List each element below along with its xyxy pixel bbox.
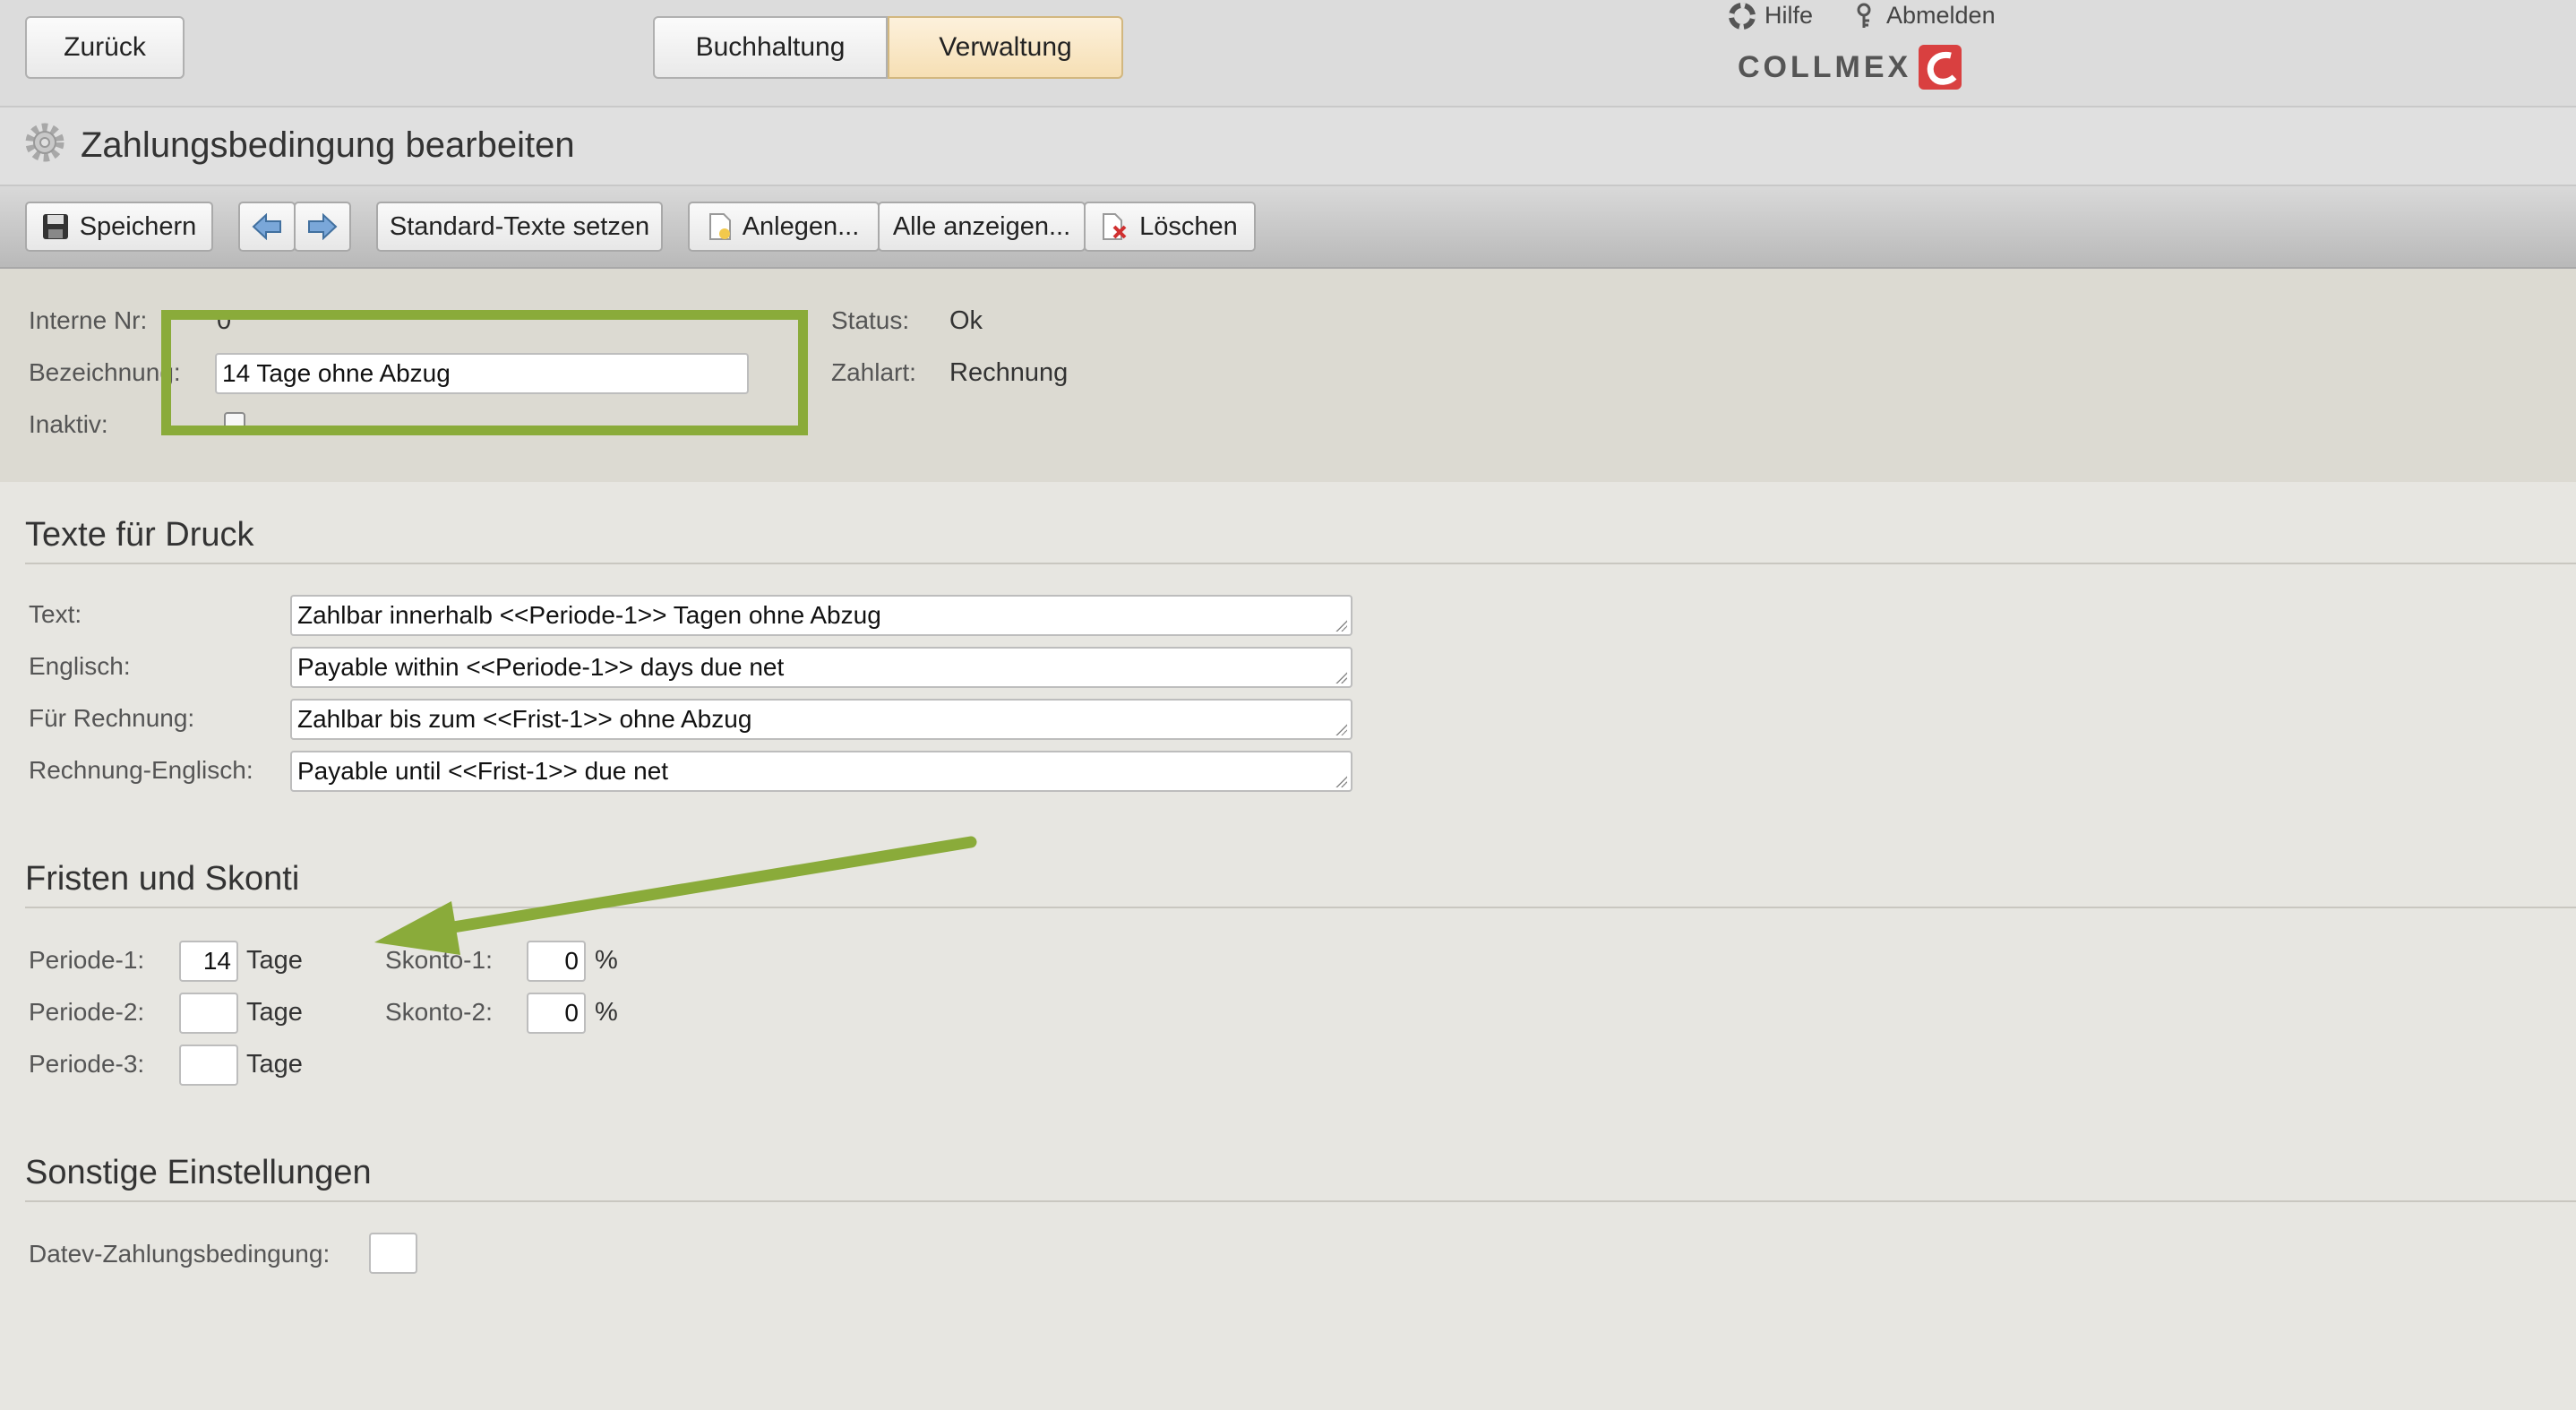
discount-2-label: Skonto-2: xyxy=(385,998,493,1026)
top-navigation-bar: Zurück Buchhaltung Verwaltung Hilfe Abme… xyxy=(0,0,2576,107)
help-label: Hilfe xyxy=(1765,2,1814,29)
discount-2-unit: % xyxy=(595,998,618,1027)
terms-heading: Fristen und Skonti xyxy=(25,860,300,898)
tab-verwaltung[interactable]: Verwaltung xyxy=(888,16,1123,79)
name-label: Bezeichnung: xyxy=(29,358,181,386)
text-field-value: Zahlbar innerhalb <<Periode-1>> Tagen oh… xyxy=(297,601,881,629)
floppy-disk-icon xyxy=(42,214,68,239)
next-record-button[interactable] xyxy=(294,202,351,252)
inactive-label: Inaktiv: xyxy=(29,410,108,438)
payment-type-label: Zahlart: xyxy=(831,358,916,386)
set-standard-texts-label: Standard-Texte setzen xyxy=(389,211,650,241)
highlight-box xyxy=(161,310,808,435)
page-title: Zahlungsbedingung bearbeiten xyxy=(81,125,575,165)
resize-grip-icon[interactable] xyxy=(1335,619,1347,632)
save-button[interactable]: Speichern xyxy=(25,202,213,252)
datev-label: Datev-Zahlungsbedingung: xyxy=(29,1240,331,1268)
discount-1-unit: % xyxy=(595,946,618,975)
period-1-label: Periode-1: xyxy=(29,946,145,974)
invoice-text-label: Für Rechnung: xyxy=(29,704,195,732)
save-label: Speichern xyxy=(79,211,197,241)
new-document-icon xyxy=(708,213,731,240)
invoice-english-label: Rechnung-Englisch: xyxy=(29,756,253,784)
resize-grip-icon[interactable] xyxy=(1335,775,1347,787)
arrow-left-icon xyxy=(252,213,281,240)
discount-1-field[interactable]: 0 xyxy=(527,941,586,982)
logo-text: COLLMEX xyxy=(1738,49,1912,84)
create-label: Anlegen... xyxy=(742,211,860,241)
logo-icon xyxy=(1919,45,1962,90)
gear-icon xyxy=(25,123,64,162)
period-2-field[interactable] xyxy=(179,993,238,1034)
status-label: Status: xyxy=(831,306,910,334)
help-link[interactable]: Hilfe xyxy=(1729,2,1813,30)
payment-type-value: Rechnung xyxy=(949,358,1069,387)
section-divider xyxy=(25,563,2576,564)
show-all-label: Alle anzeigen... xyxy=(892,211,1071,241)
resize-grip-icon[interactable] xyxy=(1335,671,1347,684)
header-form: Interne Nr: 0 Bezeichnung: 14 Tage ohne … xyxy=(0,269,2576,482)
text-label: Text: xyxy=(29,600,82,628)
section-divider xyxy=(25,907,2576,908)
section-divider xyxy=(25,1200,2576,1202)
show-all-button[interactable]: Alle anzeigen... xyxy=(878,202,1086,252)
print-texts-heading: Texte für Druck xyxy=(25,516,254,554)
lifebuoy-icon xyxy=(1729,2,1756,30)
logout-label: Abmelden xyxy=(1886,2,1996,29)
period-3-unit: Tage xyxy=(246,1050,303,1079)
discount-2-field[interactable]: 0 xyxy=(527,993,586,1034)
period-2-label: Periode-2: xyxy=(29,998,145,1026)
key-icon xyxy=(1857,3,1871,28)
arrow-right-icon xyxy=(308,213,338,240)
tab-buchhaltung[interactable]: Buchhaltung xyxy=(653,16,888,79)
period-1-unit: Tage xyxy=(246,946,303,975)
invoice-english-field-value: Payable until <<Frist-1>> due net xyxy=(297,757,669,785)
invoice-english-field[interactable]: Payable until <<Frist-1>> due net xyxy=(290,751,1352,792)
logout-link[interactable]: Abmelden xyxy=(1854,2,1996,30)
toolbar: Speichern Standard-Texte setzen Anlegen.… xyxy=(0,186,2576,269)
delete-label: Löschen xyxy=(1139,211,1238,241)
page-header: Zahlungsbedingung bearbeiten xyxy=(0,107,2576,186)
create-button[interactable]: Anlegen... xyxy=(688,202,880,252)
english-label: Englisch: xyxy=(29,652,131,680)
period-1-field[interactable]: 14 xyxy=(179,941,238,982)
previous-record-button[interactable] xyxy=(238,202,296,252)
delete-document-icon xyxy=(1103,213,1127,240)
text-field[interactable]: Zahlbar innerhalb <<Periode-1>> Tagen oh… xyxy=(290,595,1352,636)
english-field-value: Payable within <<Periode-1>> days due ne… xyxy=(297,653,785,681)
collmex-logo: COLLMEX xyxy=(1738,45,1962,90)
datev-field[interactable] xyxy=(369,1233,417,1274)
english-field[interactable]: Payable within <<Periode-1>> days due ne… xyxy=(290,647,1352,688)
back-button[interactable]: Zurück xyxy=(25,16,185,79)
period-3-field[interactable] xyxy=(179,1045,238,1086)
delete-button[interactable]: Löschen xyxy=(1084,202,1256,252)
period-3-label: Periode-3: xyxy=(29,1050,145,1078)
invoice-text-field-value: Zahlbar bis zum <<Frist-1>> ohne Abzug xyxy=(297,705,752,733)
resize-grip-icon[interactable] xyxy=(1335,723,1347,735)
other-settings-heading: Sonstige Einstellungen xyxy=(25,1154,372,1191)
period-2-unit: Tage xyxy=(246,998,303,1027)
invoice-text-field[interactable]: Zahlbar bis zum <<Frist-1>> ohne Abzug xyxy=(290,699,1352,740)
internal-nr-label: Interne Nr: xyxy=(29,306,148,334)
discount-1-label: Skonto-1: xyxy=(385,946,493,974)
set-standard-texts-button[interactable]: Standard-Texte setzen xyxy=(376,202,663,252)
status-value: Ok xyxy=(949,306,983,335)
